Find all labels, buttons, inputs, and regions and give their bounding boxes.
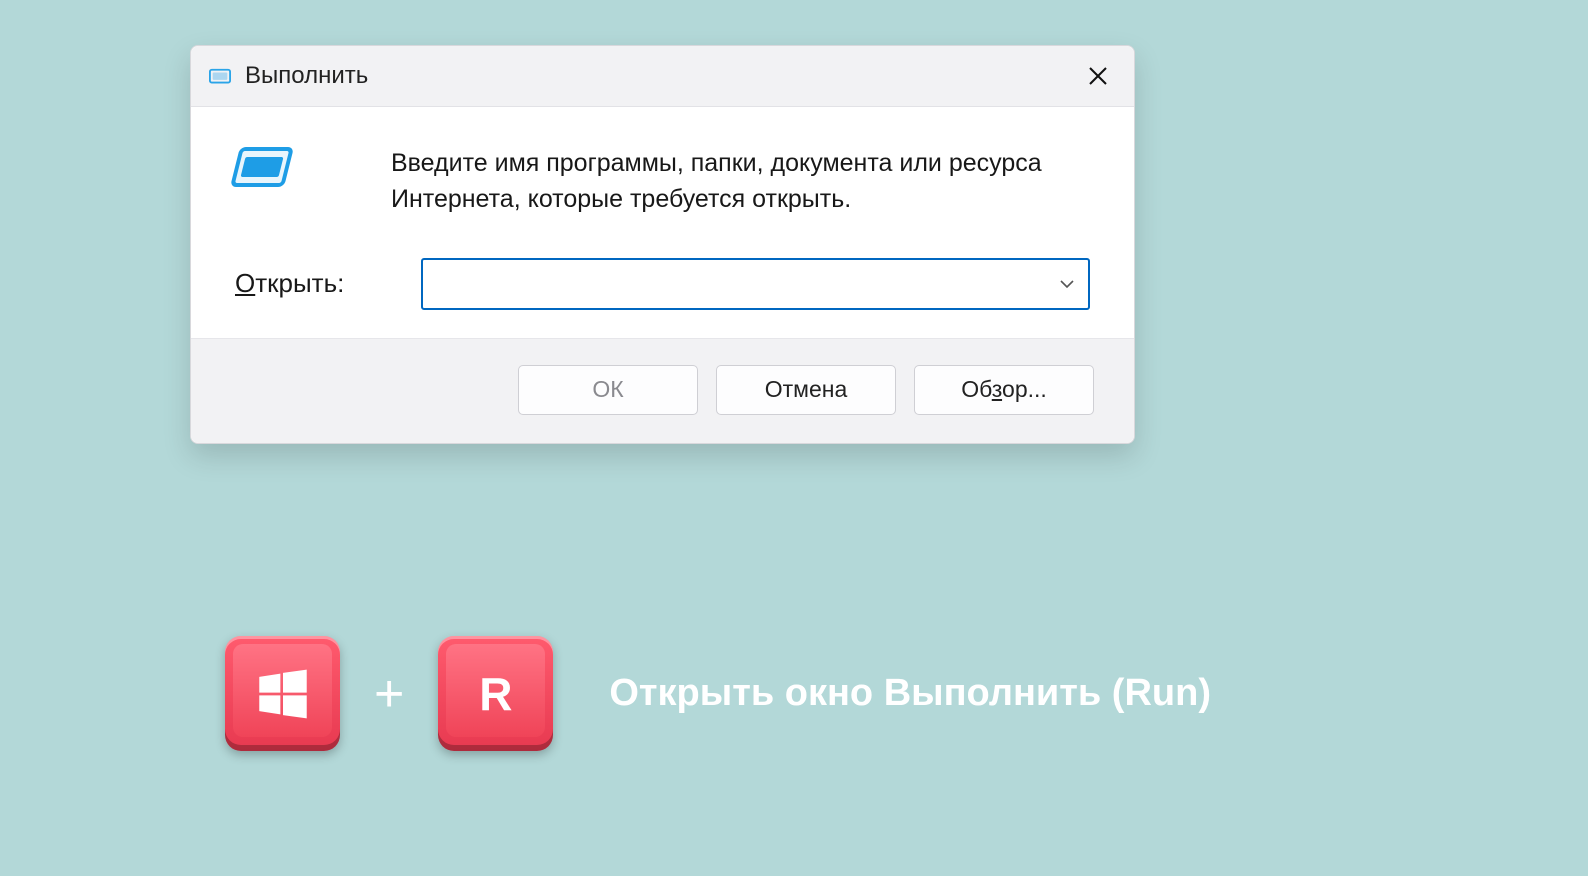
browse-button[interactable]: Обзор...	[914, 365, 1094, 415]
windows-key	[225, 636, 340, 751]
r-key-label: R	[479, 667, 512, 721]
titlebar: Выполнить	[191, 46, 1134, 107]
close-icon	[1088, 66, 1108, 86]
ok-button[interactable]: ОК	[518, 365, 698, 415]
shortcut-hint: + R Открыть окно Выполнить (Run)	[225, 636, 1211, 751]
shortcut-caption: Открыть окно Выполнить (Run)	[609, 672, 1211, 715]
dialog-footer: ОК Отмена Обзор...	[191, 338, 1134, 443]
run-icon-small	[209, 67, 231, 85]
dialog-body: Введите имя программы, папки, документа …	[191, 107, 1134, 338]
close-button[interactable]	[1082, 60, 1114, 92]
r-key: R	[438, 636, 553, 751]
run-icon	[229, 143, 293, 195]
open-combobox[interactable]	[421, 258, 1090, 310]
open-label: Открыть:	[235, 268, 421, 299]
windows-logo-icon	[254, 665, 312, 723]
run-dialog: Выполнить Введите имя программы, папки, …	[190, 45, 1135, 444]
plus-separator: +	[374, 664, 404, 724]
dialog-title: Выполнить	[245, 62, 1082, 90]
cancel-button[interactable]: Отмена	[716, 365, 896, 415]
open-input[interactable]	[421, 258, 1090, 310]
dialog-description: Введите имя программы, папки, документа …	[391, 143, 1090, 218]
